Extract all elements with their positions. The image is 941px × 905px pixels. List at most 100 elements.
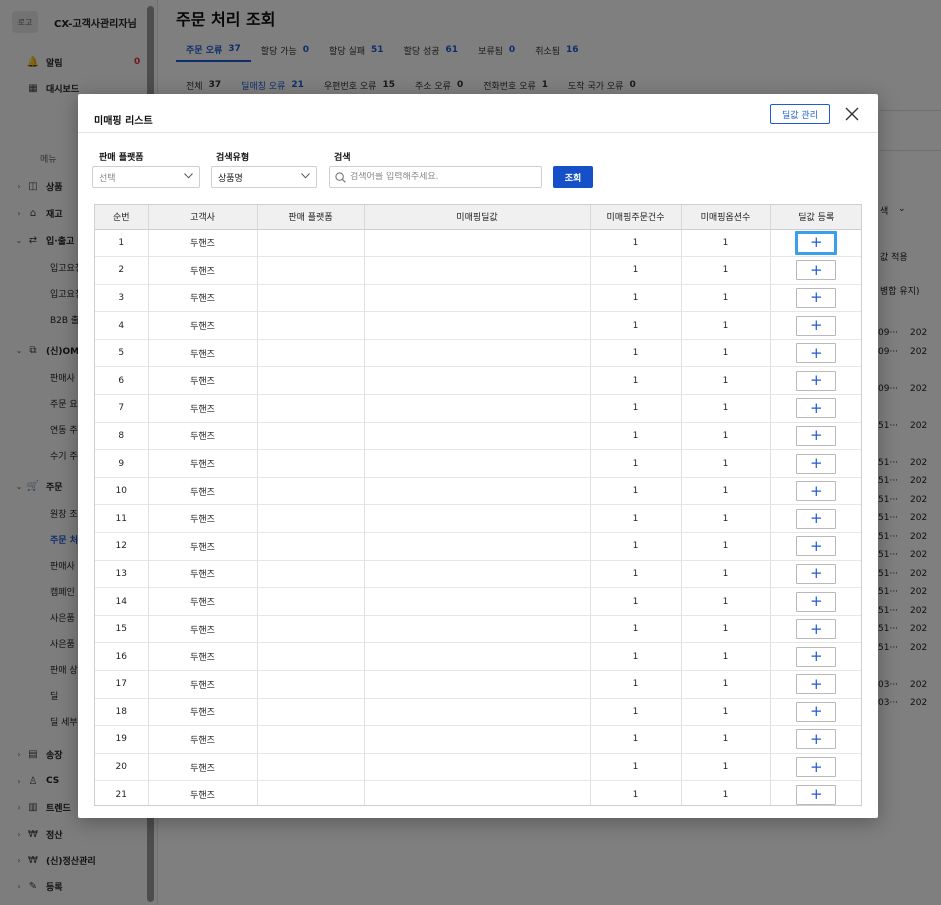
cell-no: 14 xyxy=(95,587,149,616)
cell-options: 1 xyxy=(681,339,771,368)
cell-deal xyxy=(364,256,591,285)
cell-options: 1 xyxy=(681,560,771,589)
col-header-platform[interactable]: 판매 플랫폼 xyxy=(257,205,365,230)
add-deal-button[interactable]: + xyxy=(796,453,837,474)
table-row: 5 두핸즈 1 1 + xyxy=(95,339,861,368)
cell-register: + xyxy=(770,642,861,671)
search-type-label: 검색유형 xyxy=(216,153,250,163)
cell-no: 16 xyxy=(95,642,149,671)
cell-options: 1 xyxy=(681,670,771,699)
close-icon[interactable] xyxy=(840,102,864,126)
modal-title: 미매핑 리스트 xyxy=(94,116,153,127)
modal-header-divider xyxy=(78,132,878,133)
cell-no: 1 xyxy=(95,229,149,258)
cell-no: 13 xyxy=(95,560,149,589)
table-row: 18 두핸즈 1 1 + xyxy=(95,698,861,727)
add-deal-button[interactable]: + xyxy=(796,729,837,750)
add-deal-button[interactable]: + xyxy=(796,425,837,446)
cell-options: 1 xyxy=(681,587,771,616)
deal-manage-button[interactable]: 딜값 관리 xyxy=(770,104,830,124)
cell-orders: 1 xyxy=(590,615,682,644)
cell-options: 1 xyxy=(681,753,771,782)
add-deal-button[interactable]: + xyxy=(795,230,838,255)
cell-deal xyxy=(364,366,591,396)
search-type-select[interactable]: 상품명 xyxy=(211,166,317,188)
cell-client: 두핸즈 xyxy=(148,311,258,340)
table-row: 8 두핸즈 1 1 + xyxy=(95,422,861,451)
add-deal-button[interactable]: + xyxy=(796,315,837,336)
cell-platform xyxy=(257,780,365,805)
add-deal-button[interactable]: + xyxy=(796,260,837,281)
search-input[interactable] xyxy=(350,172,535,182)
table-row: 20 두핸즈 1 1 + xyxy=(95,753,861,782)
cell-deal xyxy=(364,725,591,754)
search-submit-button[interactable]: 조회 xyxy=(553,166,593,188)
cell-no: 20 xyxy=(95,753,149,782)
cell-register: + xyxy=(770,753,861,782)
add-deal-button[interactable]: + xyxy=(796,563,837,584)
col-header-client[interactable]: 고객사 xyxy=(148,205,258,230)
cell-deal xyxy=(364,394,591,423)
add-deal-button[interactable]: + xyxy=(796,508,837,529)
cell-no: 19 xyxy=(95,725,149,754)
cell-deal xyxy=(364,560,591,589)
cell-register: + xyxy=(770,284,861,313)
cell-register: + xyxy=(770,560,861,589)
unmapped-list-modal: 미매핑 리스트 딜값 관리 판매 플랫폼 선택 검색유형 상품명 검색 조회 xyxy=(78,94,878,818)
add-deal-button[interactable]: + xyxy=(796,287,837,308)
cell-no: 18 xyxy=(95,698,149,727)
table-row: 11 두핸즈 1 1 + xyxy=(95,504,861,534)
cell-client: 두핸즈 xyxy=(148,477,258,506)
cell-deal xyxy=(364,698,591,727)
cell-register: + xyxy=(770,366,861,396)
col-header-register[interactable]: 딜값 등록 xyxy=(770,205,861,230)
cell-register: + xyxy=(770,504,861,534)
add-deal-button[interactable]: + xyxy=(796,343,837,364)
add-deal-button[interactable]: + xyxy=(796,536,837,557)
cell-client: 두핸즈 xyxy=(148,229,258,258)
cell-platform xyxy=(257,284,365,313)
cell-deal xyxy=(364,284,591,313)
add-deal-button[interactable]: + xyxy=(796,481,837,502)
cell-client: 두핸즈 xyxy=(148,670,258,699)
cell-orders: 1 xyxy=(590,366,682,396)
cell-deal xyxy=(364,642,591,671)
cell-orders: 1 xyxy=(590,670,682,699)
chevron-down-icon xyxy=(294,172,316,182)
table-row: 7 두핸즈 1 1 + xyxy=(95,394,861,423)
add-deal-button[interactable]: + xyxy=(796,370,837,391)
col-header-deal[interactable]: 미매핑딜값 xyxy=(364,205,591,230)
add-deal-button[interactable]: + xyxy=(796,701,837,722)
cell-client: 두핸즈 xyxy=(148,449,258,478)
cell-platform xyxy=(257,560,365,589)
cell-options: 1 xyxy=(681,284,771,313)
platform-select[interactable]: 선택 xyxy=(92,166,200,188)
cell-no: 21 xyxy=(95,780,149,805)
cell-no: 4 xyxy=(95,311,149,340)
col-header-no[interactable]: 순번 xyxy=(95,205,149,230)
cell-client: 두핸즈 xyxy=(148,284,258,313)
add-deal-button[interactable]: + xyxy=(796,619,837,640)
cell-client: 두핸즈 xyxy=(148,504,258,534)
cell-deal xyxy=(364,587,591,616)
add-deal-button[interactable]: + xyxy=(796,398,837,419)
cell-register: + xyxy=(770,615,861,644)
add-deal-button[interactable]: + xyxy=(796,591,837,612)
cell-register: + xyxy=(770,394,861,423)
add-deal-button[interactable]: + xyxy=(796,646,837,667)
cell-platform xyxy=(257,477,365,506)
chevron-down-icon xyxy=(177,172,199,182)
col-header-options[interactable]: 미매핑옵션수 xyxy=(681,205,771,230)
cell-options: 1 xyxy=(681,532,771,561)
add-deal-button[interactable]: + xyxy=(796,757,837,778)
add-deal-button[interactable]: + xyxy=(796,784,837,805)
col-header-orders[interactable]: 미매핑주문건수 xyxy=(590,205,682,230)
cell-platform xyxy=(257,311,365,340)
add-deal-button[interactable]: + xyxy=(796,674,837,695)
cell-register: + xyxy=(770,339,861,368)
cell-client: 두핸즈 xyxy=(148,422,258,451)
cell-platform xyxy=(257,339,365,368)
cell-orders: 1 xyxy=(590,422,682,451)
cell-client: 두핸즈 xyxy=(148,753,258,782)
cell-no: 11 xyxy=(95,504,149,534)
